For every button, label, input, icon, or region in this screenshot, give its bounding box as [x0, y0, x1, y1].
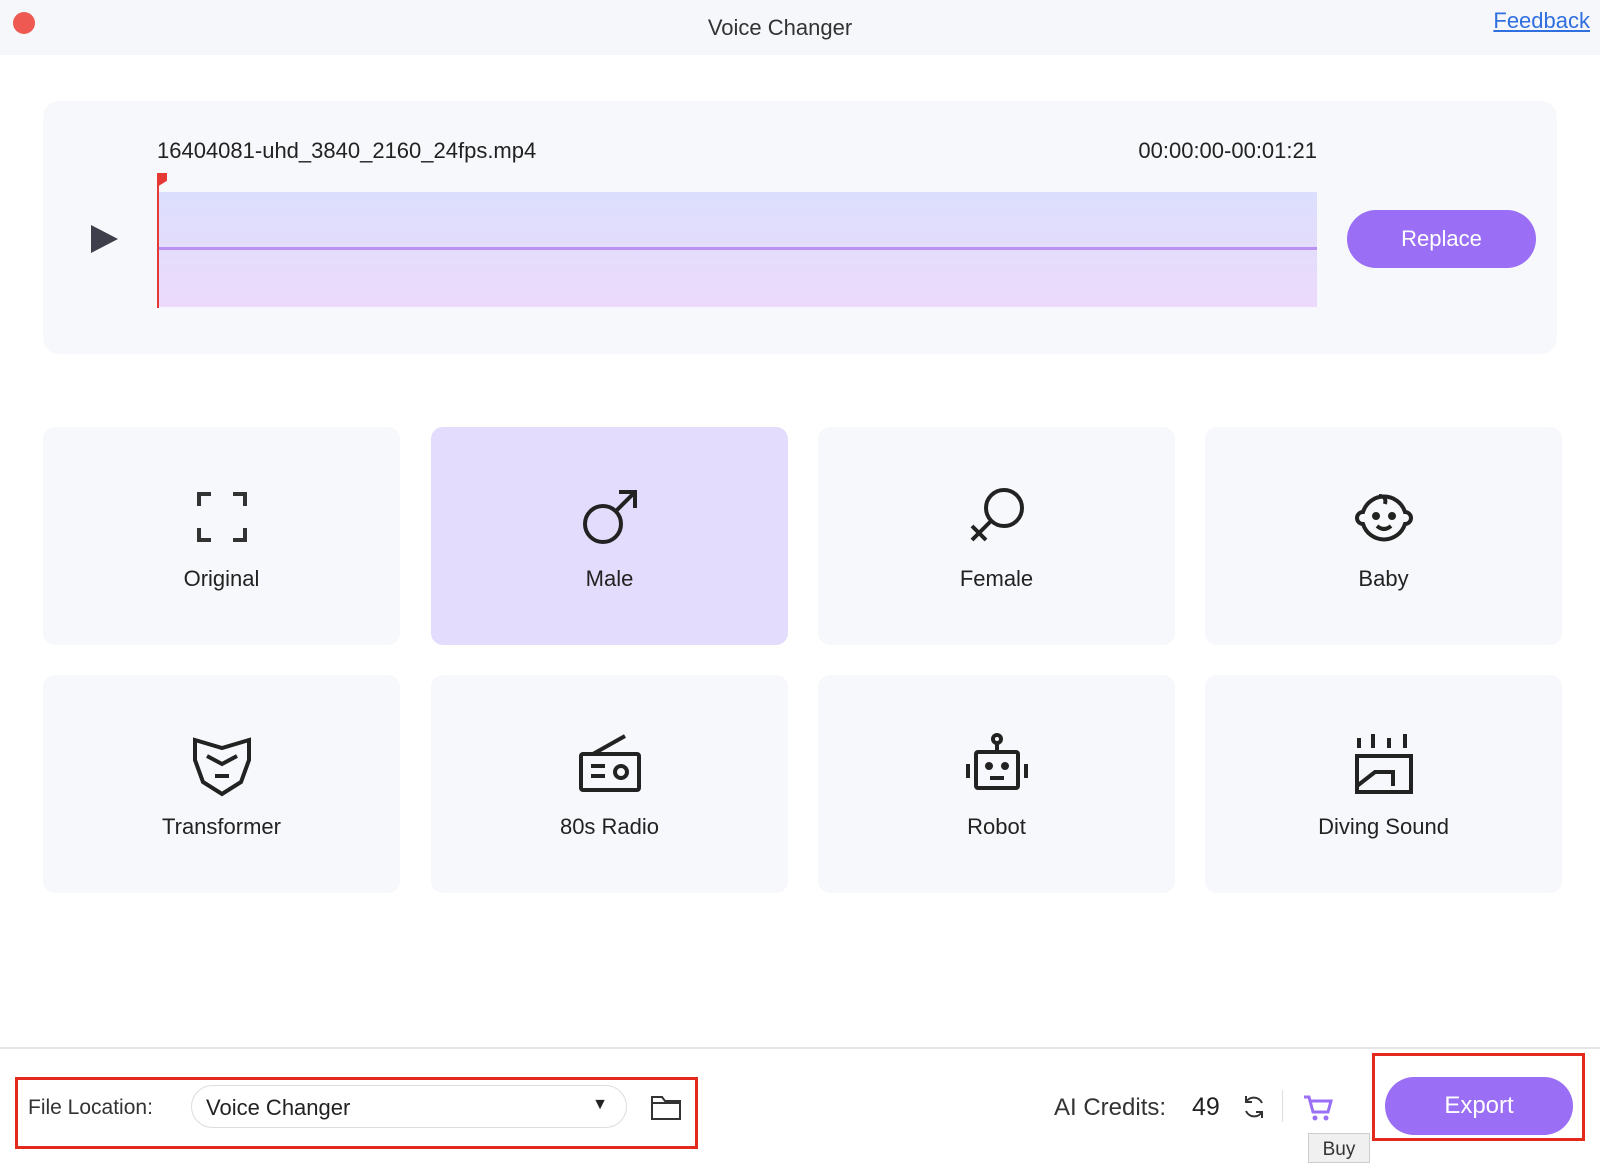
voice-card-diving-sound[interactable]: Diving Sound [1205, 675, 1562, 893]
diving-sound-icon [1354, 734, 1413, 794]
male-symbol-icon [582, 490, 637, 544]
voice-label: Original [183, 566, 260, 591]
file-location-value: Voice Changer [206, 1095, 351, 1120]
expand-frame-icon [196, 492, 247, 542]
voice-label: Male [585, 566, 634, 591]
cart-icon[interactable] [1303, 1094, 1333, 1122]
playhead-handle[interactable] [157, 173, 167, 187]
voice-card-male[interactable]: Male [431, 427, 788, 645]
voice-label: Female [959, 566, 1034, 591]
female-symbol-icon [970, 488, 1024, 542]
voice-card-robot[interactable]: Robot [818, 675, 1175, 893]
title-bar: Voice Changer Feedback [0, 0, 1600, 55]
time-range: 00:00:00-00:01:21 [1138, 138, 1317, 163]
ai-credits-label: AI Credits: [1054, 1094, 1167, 1121]
voice-label: Baby [1358, 566, 1409, 591]
separator [1282, 1090, 1283, 1122]
buy-tooltip: Buy [1308, 1133, 1370, 1163]
robot-icon [965, 733, 1028, 790]
voice-label: Robot [967, 814, 1026, 839]
voice-label: 80s Radio [559, 814, 660, 839]
waveform-line [158, 247, 1317, 250]
voice-card-transformer[interactable]: Transformer [43, 675, 400, 893]
file-name: 16404081-uhd_3840_2160_24fps.mp4 [157, 138, 537, 163]
audio-waveform[interactable] [158, 192, 1317, 307]
transformer-mask-icon [192, 737, 251, 797]
file-location-label: File Location: [28, 1096, 153, 1119]
file-location-select[interactable]: Voice Changer ▼ [191, 1085, 627, 1128]
chevron-down-icon: ▼ [592, 1096, 608, 1113]
refresh-icon[interactable] [1240, 1093, 1268, 1121]
voice-card-original[interactable]: Original [43, 427, 400, 645]
playhead[interactable] [157, 179, 159, 308]
window-title: Voice Changer [707, 15, 853, 40]
export-button[interactable]: Export [1385, 1077, 1573, 1135]
radio-icon [578, 734, 641, 792]
baby-face-icon [1354, 494, 1413, 542]
ai-credits-value: 49 [1192, 1093, 1220, 1121]
feedback-link[interactable]: Feedback [1493, 8, 1590, 34]
voice-label: Diving Sound [1318, 814, 1449, 839]
play-icon[interactable] [91, 225, 118, 253]
voice-card-baby[interactable]: Baby [1205, 427, 1562, 645]
replace-button[interactable]: Replace [1347, 210, 1536, 268]
voice-card-female[interactable]: Female [818, 427, 1175, 645]
folder-icon[interactable] [650, 1093, 682, 1121]
voice-card-80s-radio[interactable]: 80s Radio [431, 675, 788, 893]
media-panel: 16404081-uhd_3840_2160_24fps.mp4 00:00:0… [43, 101, 1557, 354]
footer-divider [0, 1047, 1600, 1049]
voice-label: Transformer [162, 814, 281, 839]
